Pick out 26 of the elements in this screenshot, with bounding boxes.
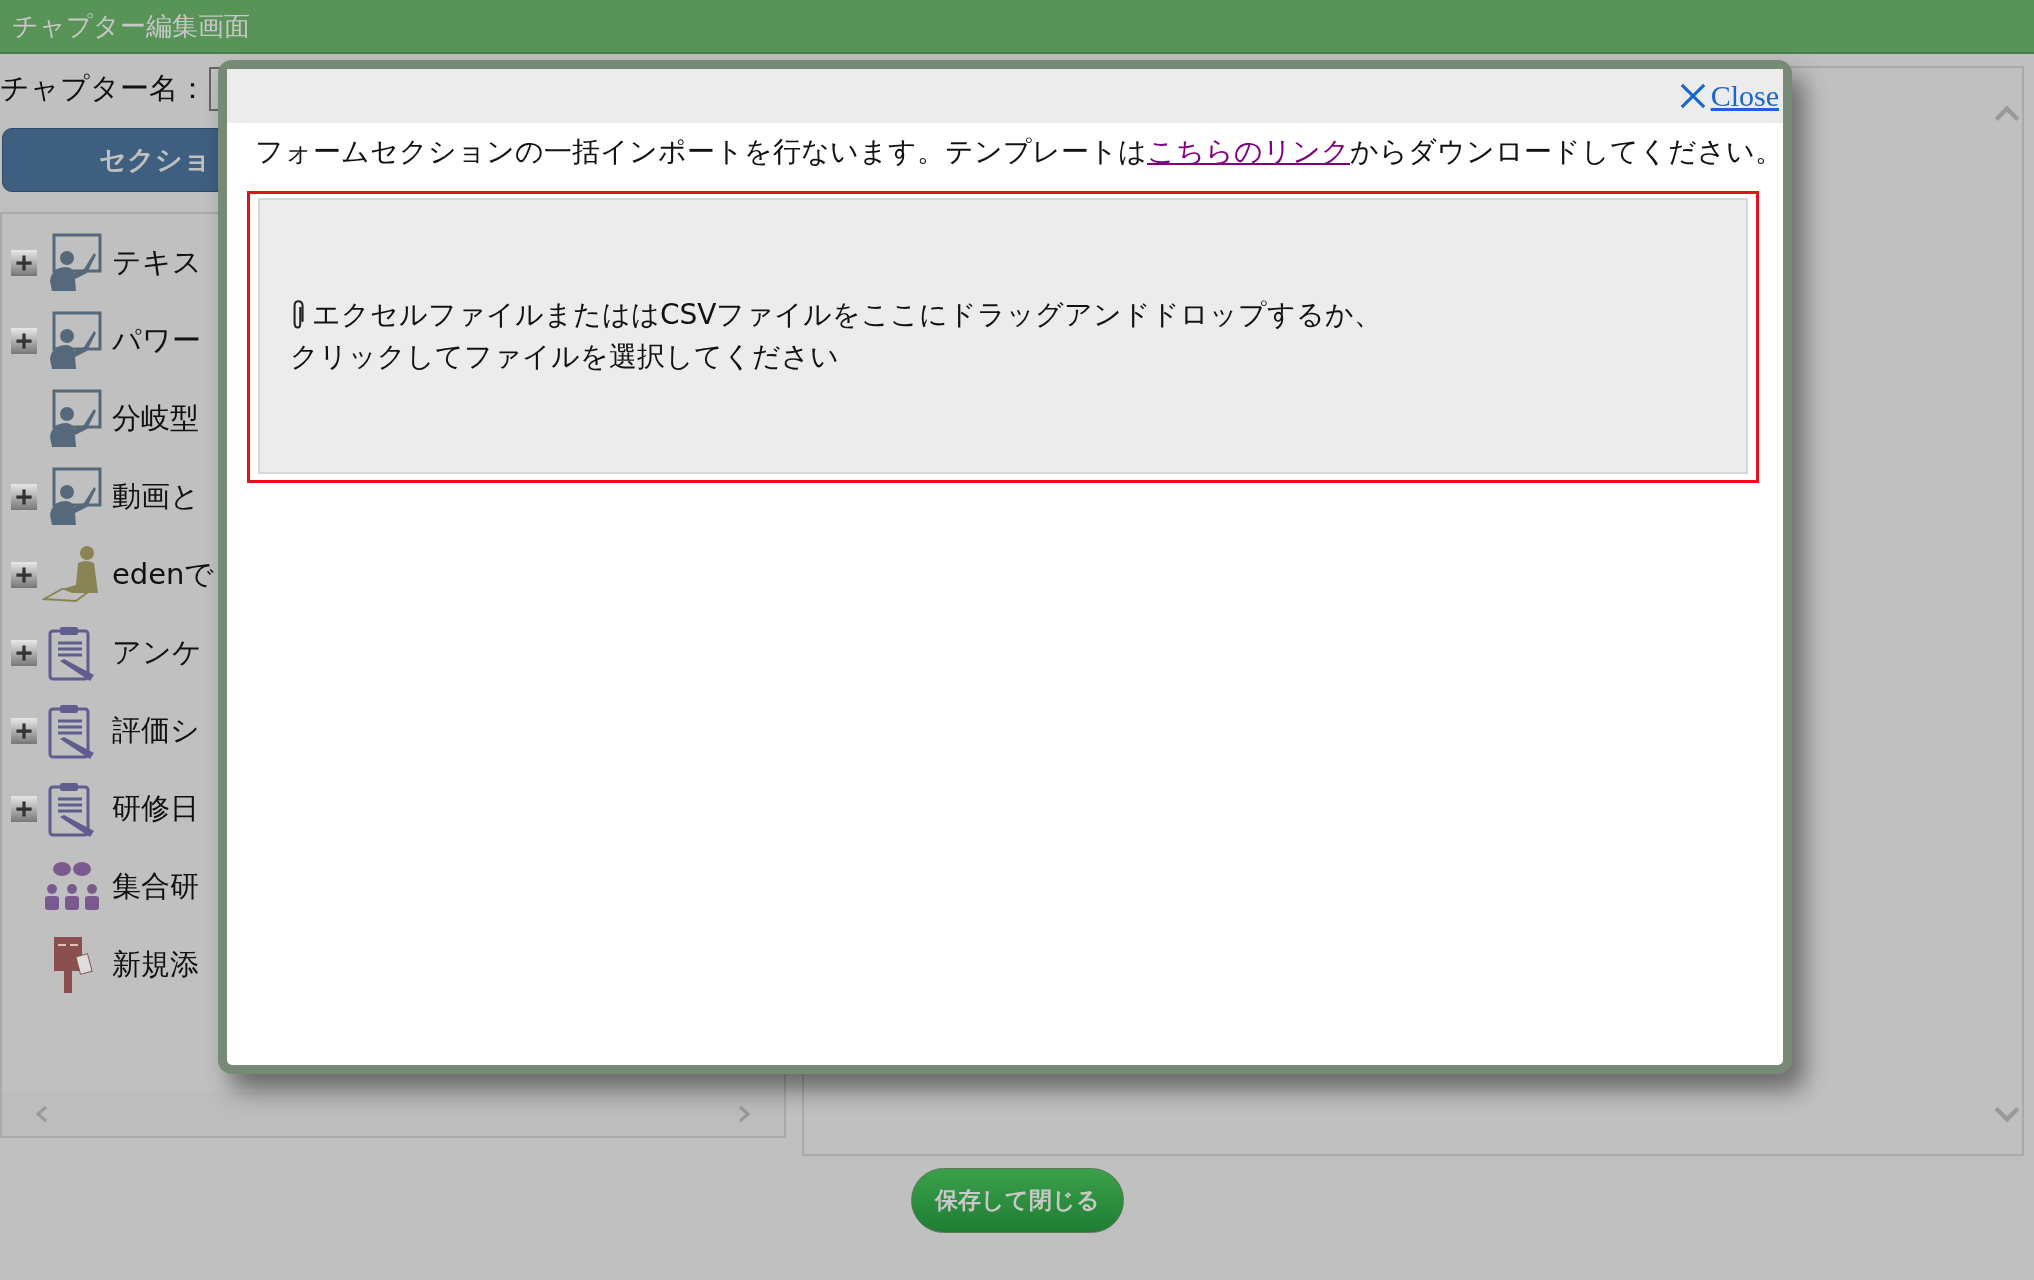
tree-item-label[interactable]: 研修日 <box>112 789 199 829</box>
tree-item-label[interactable]: テキス <box>112 243 202 283</box>
tree-item-label[interactable]: 評価シ <box>112 711 200 751</box>
expand-icon[interactable] <box>11 562 37 588</box>
tree-item-label[interactable]: edenで <box>112 555 215 595</box>
expand-icon[interactable] <box>11 640 37 666</box>
close-link[interactable]: Close <box>1678 79 1779 113</box>
tree-item-label[interactable]: パワー <box>112 321 201 361</box>
tree-item-label[interactable]: 動画と <box>112 477 200 517</box>
expand-icon[interactable] <box>11 484 37 510</box>
drop-zone-text: エクセルファイルまたははCSVファイルをここにドラッグアンドドロップするか、 <box>312 297 1383 333</box>
expand-icon[interactable] <box>11 328 37 354</box>
page-title: チャプター編集画面 <box>12 9 250 43</box>
template-link[interactable]: こちらのリンク <box>1147 135 1350 168</box>
expand-icon[interactable] <box>11 796 37 822</box>
chapter-name-label: チャプター名： <box>0 70 207 107</box>
expand-icon[interactable] <box>11 250 37 276</box>
tree-item-label[interactable]: 新規添 <box>112 945 199 985</box>
tree-item-label[interactable]: 分岐型 <box>112 399 199 439</box>
close-icon <box>1678 82 1707 110</box>
instruction-text: フォームセクションの一括インポートを行ないます。テンプレートは こちらのリンク からダウンロードしてください。 <box>255 134 1767 170</box>
tree-item-label[interactable]: アンケ <box>112 633 202 673</box>
expand-icon[interactable] <box>11 718 37 744</box>
file-drop-zone[interactable]: エクセルファイルまたははCSVファイルをここにドラッグアンドドロップするか、 クリックしてファイルを選択してください <box>258 198 1748 474</box>
drop-zone-text: クリックしてファイルを選択してください <box>290 339 840 375</box>
tree-item-label[interactable]: 集合研 <box>112 867 199 907</box>
